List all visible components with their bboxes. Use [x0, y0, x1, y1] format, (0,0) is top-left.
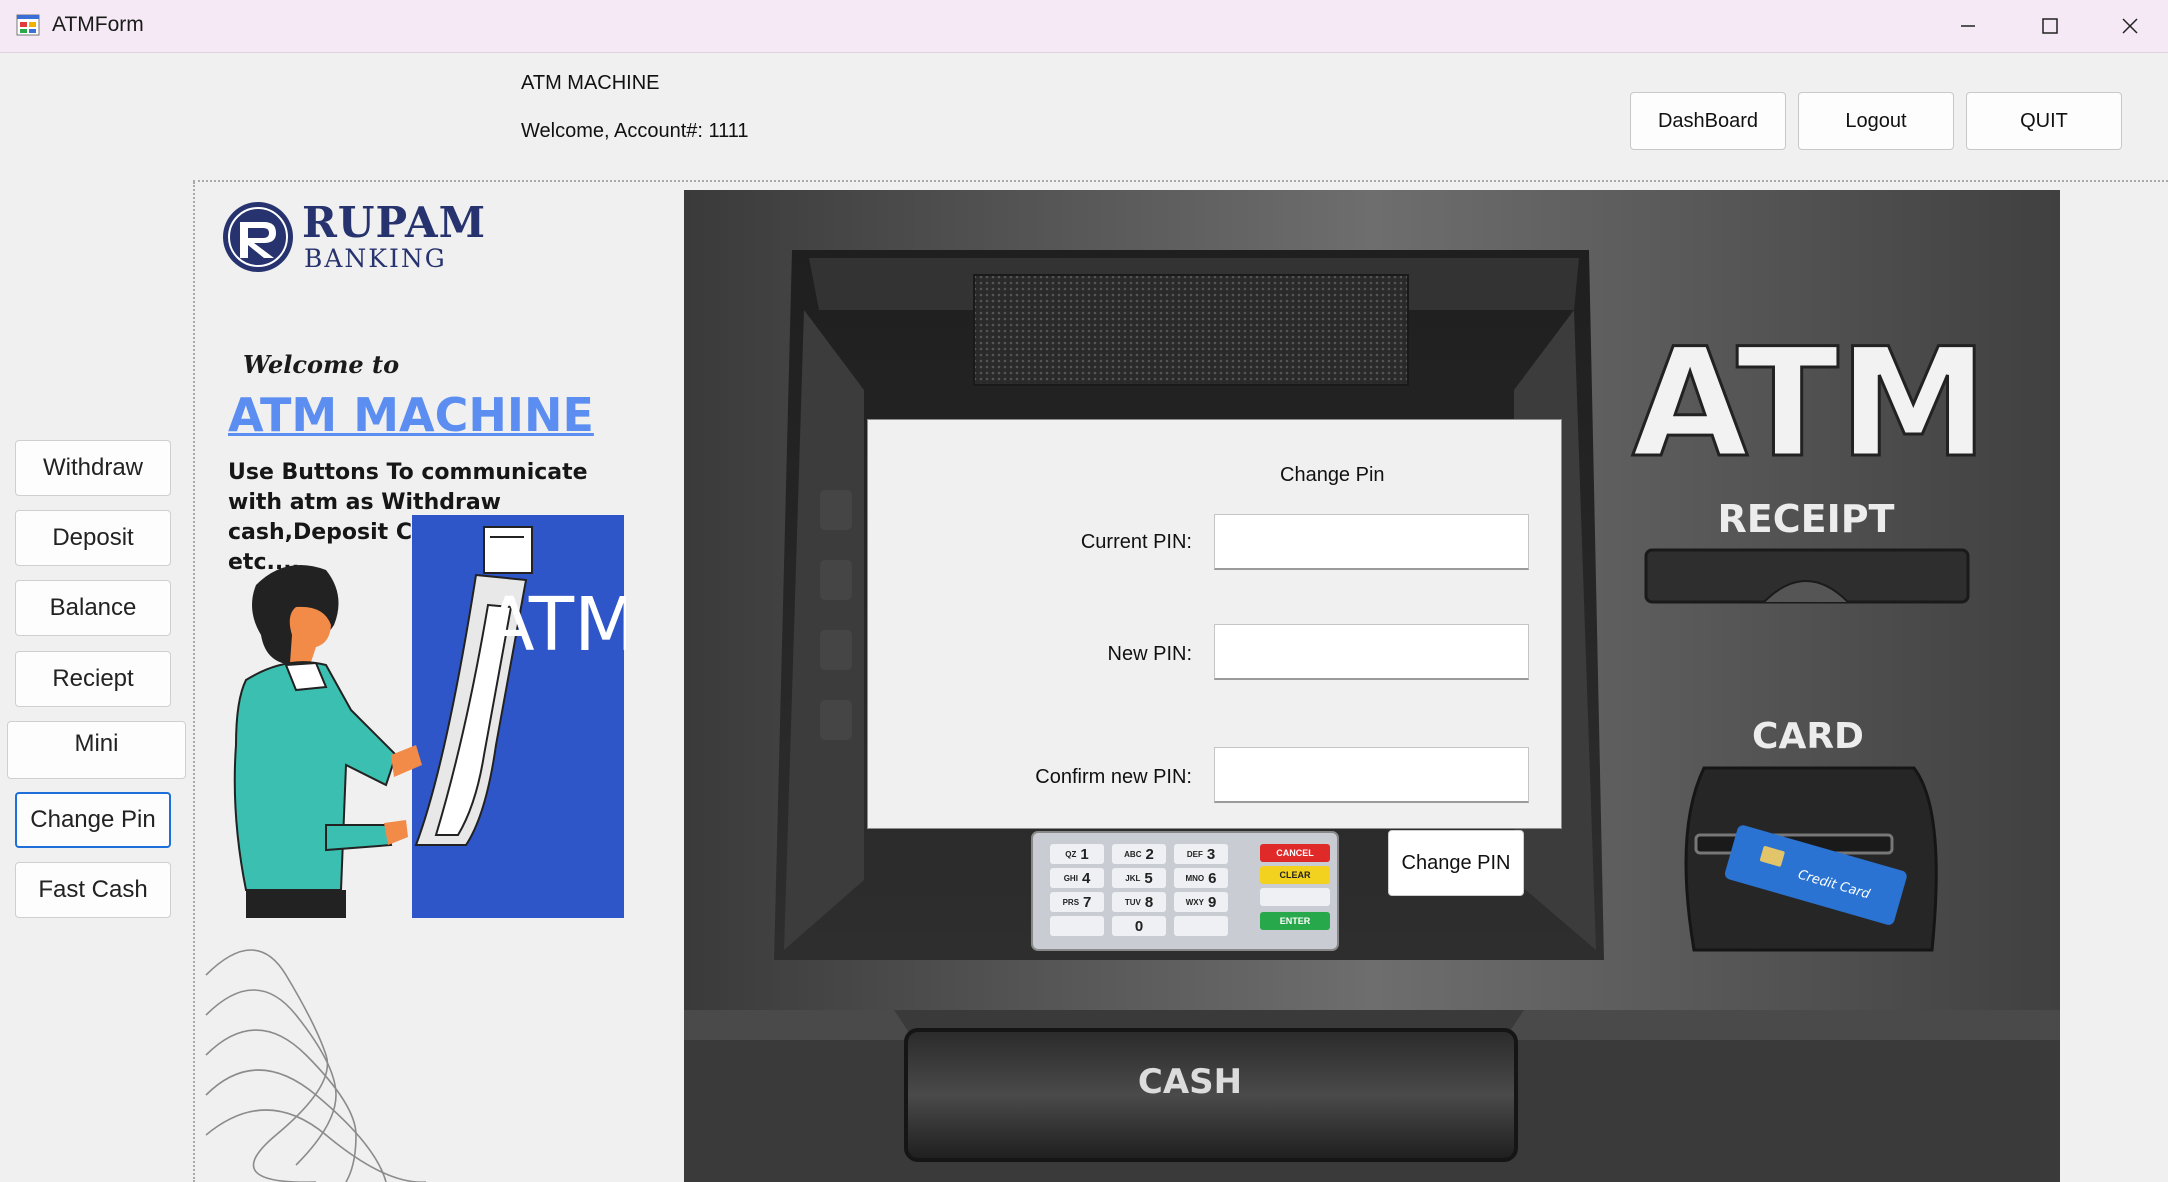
keypad-key-3[interactable]: DEF 3 — [1174, 844, 1228, 864]
minimize-icon — [1961, 25, 1975, 27]
new-pin-label: New PIN: — [1107, 643, 1192, 665]
brand-name: RUPAM — [302, 198, 487, 247]
minimize-button[interactable] — [1928, 0, 2008, 52]
keypad-blank-key[interactable] — [1260, 888, 1330, 906]
maximize-button[interactable] — [2010, 0, 2090, 52]
title-bar: ATMForm — [0, 0, 2168, 53]
new-pin-input[interactable] — [1214, 624, 1529, 680]
current-pin-input[interactable] — [1214, 514, 1529, 570]
change-pin-title: Change Pin — [1280, 464, 1385, 486]
keypad-key-blank-right[interactable] — [1174, 916, 1228, 936]
card-label: CARD — [1752, 716, 1864, 757]
decorative-waves — [205, 949, 426, 1182]
change-pin-submit-button[interactable]: Change PIN — [1388, 830, 1524, 896]
sidebar-item-fast-cash[interactable]: Fast Cash — [15, 862, 171, 918]
atm-keypad: QZ 1 ABC 2 DEF 3 GHI 4 JKL 5 MNO 6 PRS 7 TUV 8 W… — [1042, 840, 1338, 948]
receipt-label: RECEIPT — [1718, 497, 1895, 541]
close-button[interactable] — [2090, 0, 2168, 52]
dashboard-button[interactable]: DashBoard — [1630, 92, 1786, 150]
brand-subtitle: BANKING — [304, 244, 447, 273]
window-title: ATMForm — [52, 13, 144, 36]
keypad-key-4[interactable]: GHI 4 — [1050, 868, 1104, 888]
keypad-key-6[interactable]: MNO 6 — [1174, 868, 1228, 888]
keypad-key-9[interactable]: WXY 9 — [1174, 892, 1228, 912]
logout-button[interactable]: Logout — [1798, 92, 1954, 150]
welcome-account-text: Welcome, Account#: 1111 — [521, 120, 749, 142]
confirm-pin-label: Confirm new PIN: — [1035, 766, 1192, 788]
app-label: ATM MACHINE — [521, 72, 660, 94]
sidebar-item-change-pin[interactable]: Change Pin — [15, 792, 171, 848]
confirm-pin-input[interactable] — [1214, 747, 1529, 803]
sidebar-item-mini[interactable]: Mini — [7, 721, 186, 779]
keypad-key-8[interactable]: TUV 8 — [1112, 892, 1166, 912]
atm-machine-heading: ATM MACHINE — [228, 388, 594, 442]
keypad-key-2[interactable]: ABC 2 — [1112, 844, 1166, 864]
sidebar-item-reciept[interactable]: Reciept — [15, 651, 171, 707]
cash-label: CASH — [1138, 1062, 1242, 1102]
close-icon — [2122, 18, 2138, 34]
keypad-key-7[interactable]: PRS 7 — [1050, 892, 1104, 912]
current-pin-label: Current PIN: — [1080, 531, 1192, 553]
sidebar-item-withdraw[interactable]: Withdraw — [15, 440, 171, 496]
keypad-clear-key[interactable]: CLEAR — [1260, 866, 1330, 884]
welcome-to-text: Welcome to — [243, 350, 400, 379]
keypad-cancel-key[interactable]: CANCEL — [1260, 844, 1330, 862]
keypad-key-blank-left[interactable] — [1050, 916, 1104, 936]
rupam-logo-icon — [223, 202, 293, 272]
panel-divider — [193, 180, 2168, 186]
keypad-key-5[interactable]: JKL 5 — [1112, 868, 1166, 888]
atm-user-illustration: ATM — [233, 515, 626, 918]
atm-sign: ATM — [1632, 317, 1988, 491]
sidebar-item-balance[interactable]: Balance — [15, 580, 171, 636]
illustration-atm-letter-a: ATM — [484, 582, 626, 668]
quit-button[interactable]: QUIT — [1966, 92, 2122, 150]
keypad-enter-key[interactable]: ENTER — [1260, 912, 1330, 930]
app-icon — [16, 14, 40, 36]
sidebar-item-deposit[interactable]: Deposit — [15, 510, 171, 566]
keypad-key-0[interactable]: 0 — [1112, 916, 1166, 936]
maximize-icon — [2042, 18, 2058, 34]
keypad-key-1[interactable]: QZ 1 — [1050, 844, 1104, 864]
